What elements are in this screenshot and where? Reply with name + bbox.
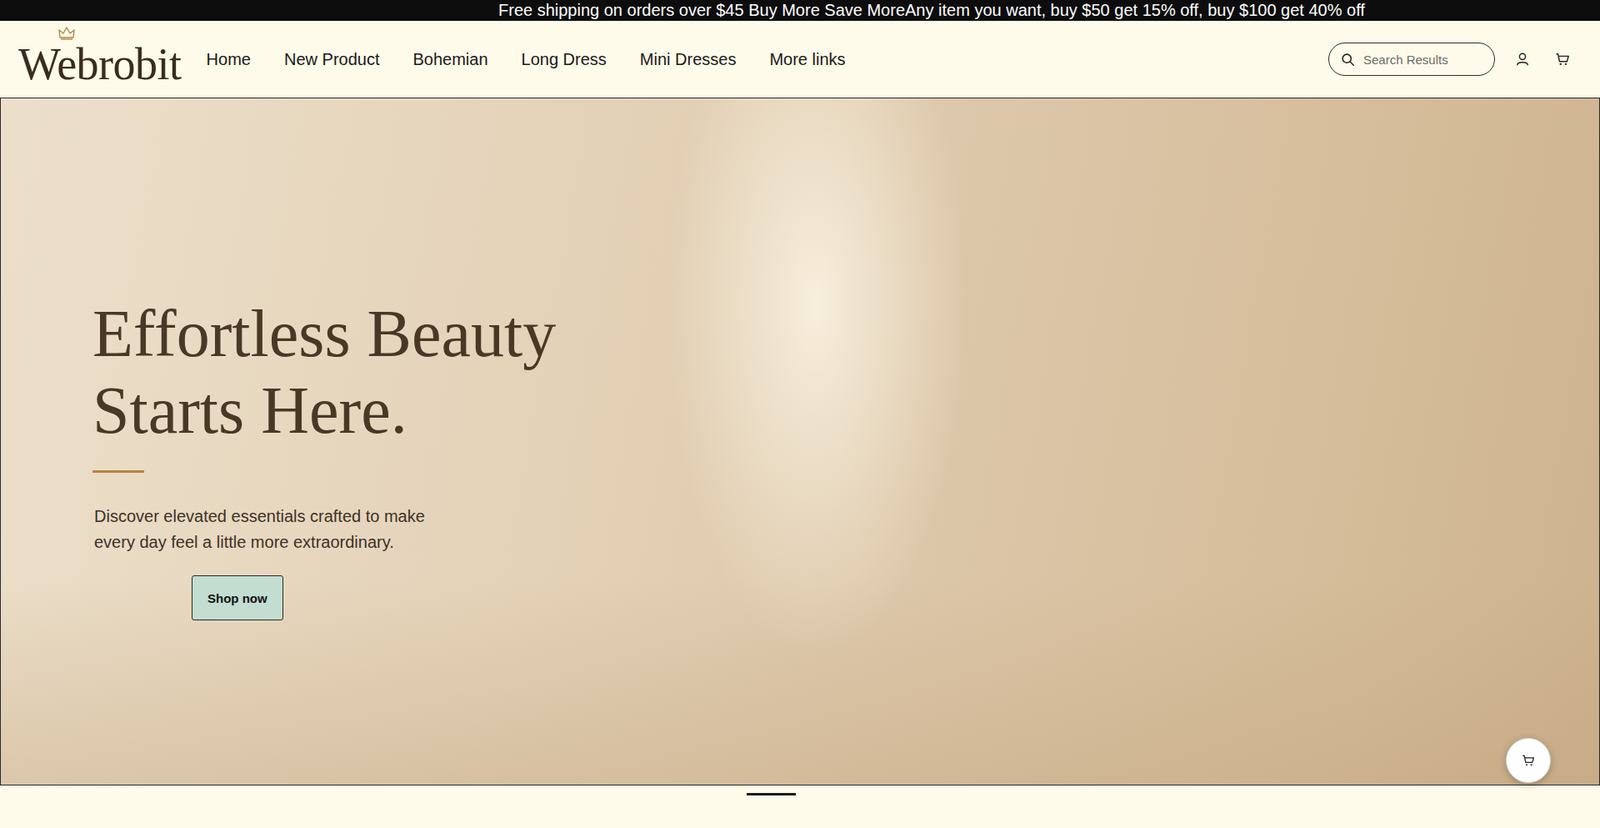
nav-item[interactable]: Mini Dresses xyxy=(623,43,754,76)
shop-now-button[interactable]: Shop now xyxy=(191,575,284,620)
announcement-bar: Free shipping on orders over $45 Buy Mor… xyxy=(0,0,1600,21)
gold-divider xyxy=(92,470,145,473)
user-icon xyxy=(1515,51,1530,67)
cart-icon xyxy=(1521,753,1535,767)
slide-indicators xyxy=(0,785,1600,828)
slide-indicator[interactable] xyxy=(746,792,796,795)
floating-cart-button[interactable] xyxy=(1505,737,1551,783)
hero-subtitle: Discover elevated essentials crafted to … xyxy=(94,503,425,555)
search-input[interactable] xyxy=(1363,52,1483,67)
cart-icon xyxy=(1555,51,1570,67)
nav-item[interactable]: Bohemian xyxy=(395,43,505,76)
nav-item[interactable]: Long Dress xyxy=(505,43,624,76)
logo-text: Webrobit xyxy=(18,38,182,90)
header-tools xyxy=(1328,42,1575,76)
main-nav: HomeNew ProductBohemianLong DressMini Dr… xyxy=(190,43,863,76)
logo[interactable]: Webrobit xyxy=(18,28,182,90)
search-field[interactable] xyxy=(1328,42,1495,76)
announcement-text: Free shipping on orders over $45 Buy Mor… xyxy=(498,0,1365,21)
nav-item[interactable]: More links xyxy=(752,43,862,76)
nav-item[interactable]: Home xyxy=(190,43,268,76)
site-header: Webrobit HomeNew ProductBohemianLong Dre… xyxy=(0,20,1600,99)
page: Free shipping on orders over $45 Buy Mor… xyxy=(0,0,1600,828)
nav-item[interactable]: New Product xyxy=(267,43,397,76)
search-icon xyxy=(1340,52,1355,67)
account-button[interactable] xyxy=(1510,46,1535,72)
crown-icon xyxy=(58,26,75,40)
hero-banner: Effortless BeautyStarts Here. Discover e… xyxy=(0,98,1600,785)
hero-content: Effortless BeautyStarts Here. Discover e… xyxy=(0,98,1600,620)
hero-title: Effortless BeautyStarts Here. xyxy=(92,295,556,449)
cart-button[interactable] xyxy=(1550,46,1575,72)
